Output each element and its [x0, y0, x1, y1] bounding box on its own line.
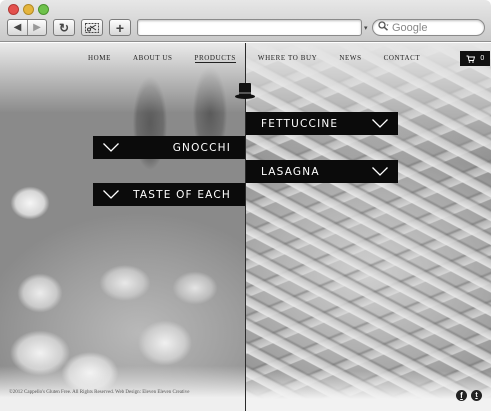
search-placeholder: Google [392, 21, 428, 34]
cart-count: 0 [480, 55, 485, 62]
reload-button[interactable]: ↻ [53, 19, 75, 36]
address-bar[interactable] [137, 19, 362, 36]
fettuccine-menu-bar[interactable]: FETTUCCINE [246, 112, 398, 135]
zoom-window-button[interactable] [38, 4, 49, 15]
gnocchi-menu-bar[interactable]: GNOCCHI [93, 136, 245, 159]
cart-icon [466, 55, 475, 63]
gnocchi-label: GNOCCHI [172, 141, 231, 154]
nav-home[interactable]: HOME [88, 54, 111, 63]
back-button[interactable]: ◀ [8, 20, 27, 35]
chevron-down-icon [103, 190, 119, 199]
search-field[interactable]: Google [372, 19, 485, 36]
snip-button[interactable] [81, 19, 103, 36]
cart-button[interactable]: 0 [460, 51, 490, 66]
fettuccine-label: FETTUCCINE [261, 117, 339, 130]
address-dropdown-icon[interactable]: ▾ [364, 24, 368, 32]
back-arrow-icon: ◀ [13, 22, 22, 33]
lasagna-menu-bar[interactable]: LASAGNA [246, 160, 398, 183]
reload-icon: ↻ [58, 20, 70, 35]
lasagna-label: LASAGNA [261, 165, 320, 178]
chevron-down-icon [103, 143, 119, 152]
taste-of-each-menu-bar[interactable]: TASTE OF EACH [93, 183, 245, 206]
top-hat-logo-icon[interactable] [234, 80, 256, 102]
search-icon [378, 21, 389, 34]
footer-copyright: ©2012 Cappello's Gluten Free. All Rights… [9, 390, 190, 395]
browser-toolbar: ◀ ▶ ↻ + ▾ Google [0, 0, 491, 42]
nav-products[interactable]: PRODUCTS [194, 54, 236, 63]
nav-contact[interactable]: CONTACT [384, 54, 421, 63]
nav-where-to-buy[interactable]: WHERE TO BUY [258, 54, 317, 63]
main-nav: HOME ABOUT US PRODUCTS WHERE TO BUY NEWS… [88, 54, 442, 63]
twitter-icon[interactable]: t [471, 390, 482, 401]
minimize-window-button[interactable] [23, 4, 34, 15]
plus-icon: + [115, 19, 125, 36]
web-page: HOME ABOUT US PRODUCTS WHERE TO BUY NEWS… [0, 43, 491, 411]
forward-arrow-icon: ▶ [33, 22, 41, 33]
chevron-down-icon [372, 167, 388, 176]
gnocchi-photo [0, 43, 246, 411]
nav-news[interactable]: NEWS [339, 54, 361, 63]
facebook-icon[interactable]: f [456, 390, 467, 401]
close-window-button[interactable] [8, 4, 19, 15]
chevron-down-icon [372, 119, 388, 128]
nav-about-us[interactable]: ABOUT US [133, 54, 172, 63]
back-forward-group: ◀ ▶ [7, 19, 47, 36]
taste-of-each-label: TASTE OF EACH [133, 188, 231, 201]
add-bookmark-button[interactable]: + [109, 19, 131, 36]
scissors-icon [85, 22, 99, 33]
fettuccine-photo [246, 43, 491, 411]
forward-button[interactable]: ▶ [27, 20, 46, 35]
